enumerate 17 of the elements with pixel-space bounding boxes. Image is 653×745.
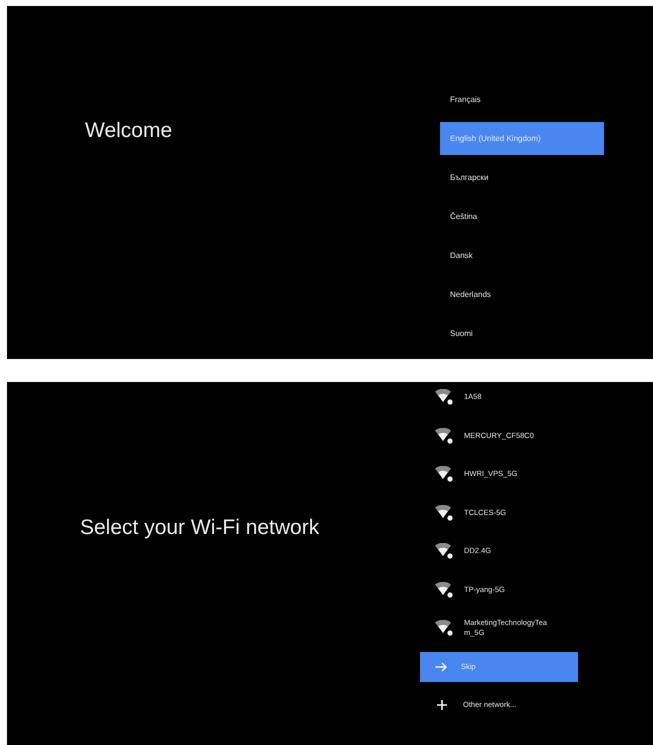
wifi-icon [435,389,453,405]
wifi-icon [435,466,453,482]
language-option[interactable]: Dansk [440,239,604,272]
wifi-icon [435,543,453,559]
wifi-icon [435,620,453,636]
plus-icon [437,700,447,710]
language-option[interactable]: Suomi [440,317,604,350]
wifi-icon [435,582,453,598]
language-option[interactable]: Български [440,161,604,194]
language-option[interactable]: Français [440,83,604,116]
welcome-title: Welcome [85,118,172,144]
wifi-icon [435,428,453,444]
language-option[interactable]: Nederlands [440,278,604,311]
arrow-icon [435,662,447,672]
language-option[interactable]: Čeština [440,200,604,233]
wifi-screen-title: Select your Wi-Fi network [80,515,320,541]
wifi-icon [435,504,453,520]
